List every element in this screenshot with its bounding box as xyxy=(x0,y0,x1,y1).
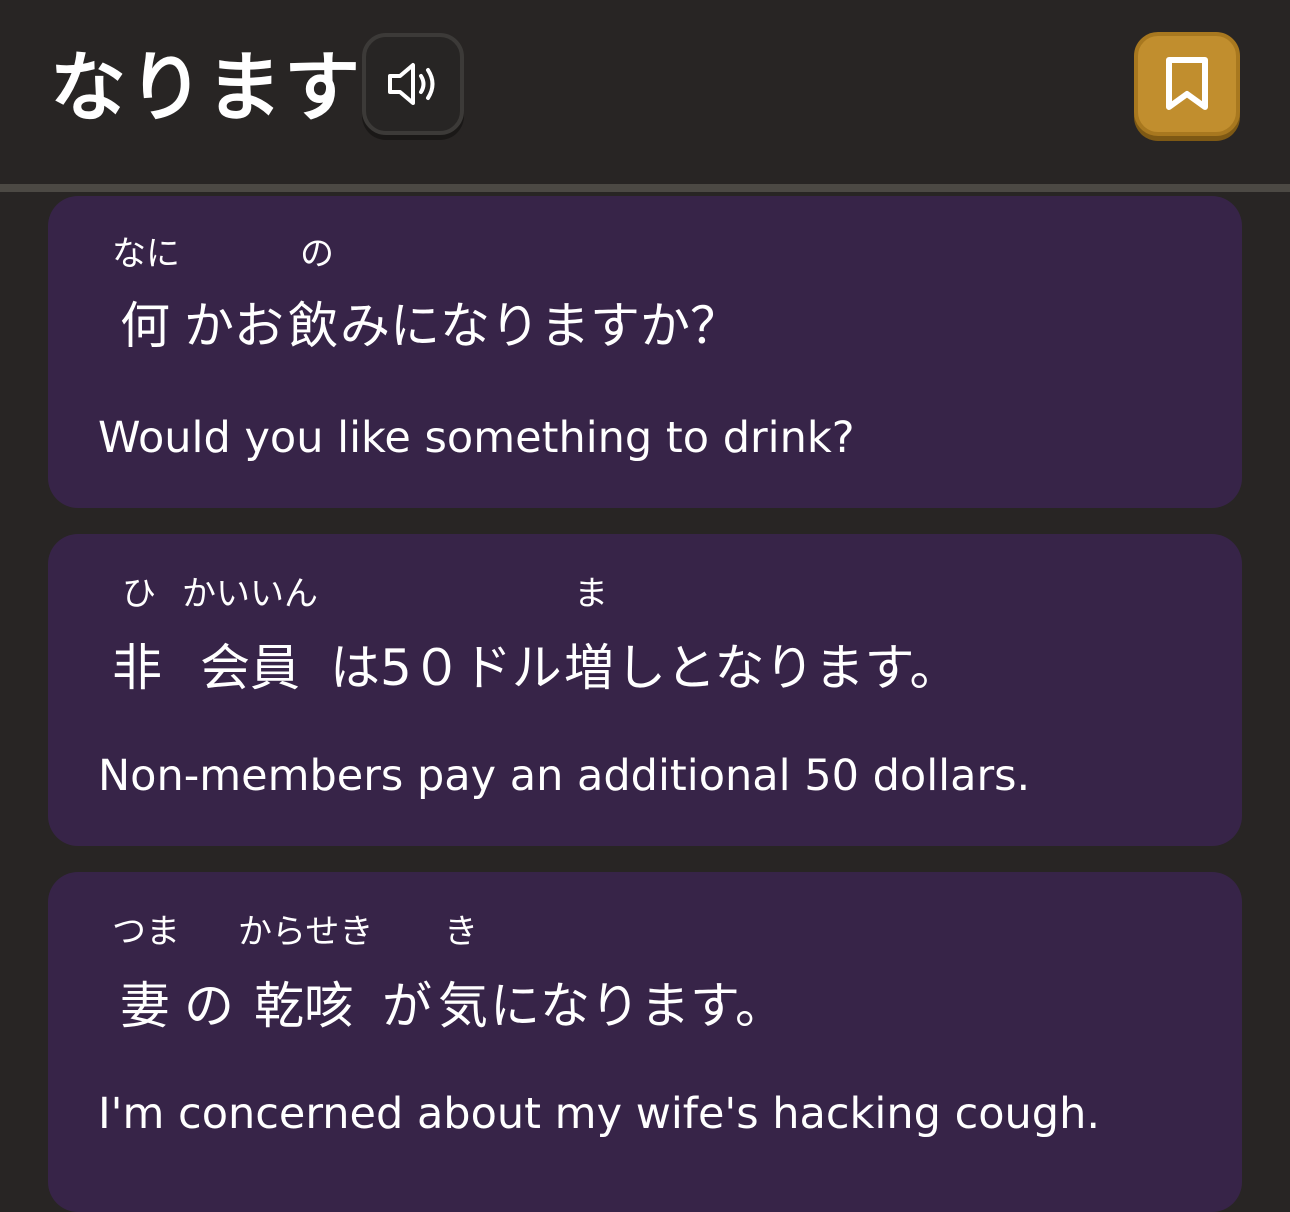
japanese-text: かお xyxy=(184,297,284,355)
furigana: の xyxy=(300,234,334,274)
kanji: 乾咳 xyxy=(254,977,354,1035)
example-card-2[interactable]: ひ かいいん ま 非 会員 は5０ドル 増 しとなります。 Non-member… xyxy=(48,534,1242,846)
play-audio-button[interactable] xyxy=(362,33,464,135)
kanji: 非 xyxy=(112,639,162,697)
header: なります xyxy=(0,0,1290,184)
english-translation: I'm concerned about my wife's hacking co… xyxy=(98,1089,1101,1139)
japanese-text: みになりますか？ xyxy=(340,297,740,355)
japanese-text: は5０ドル xyxy=(330,639,562,697)
kanji: 会員 xyxy=(200,639,300,697)
kanji: 妻 xyxy=(120,977,170,1035)
kanji: 増 xyxy=(564,639,614,697)
example-card-1[interactable]: なに の 何 かお 飲 みになりますか？ Would you like some… xyxy=(48,196,1242,508)
furigana: つま xyxy=(112,912,180,952)
japanese-text: になります。 xyxy=(490,977,785,1035)
japanese-text: が xyxy=(382,977,432,1035)
furigana: き xyxy=(444,912,478,952)
word-title: なります xyxy=(50,43,362,132)
furigana: かいいん xyxy=(182,574,318,614)
japanese-text: の xyxy=(184,977,234,1035)
furigana: ひ xyxy=(122,574,156,614)
english-translation: Would you like something to drink? xyxy=(98,413,855,463)
kanji: 飲 xyxy=(288,297,338,355)
bookmark-icon xyxy=(1166,57,1208,110)
english-translation: Non-members pay an additional 50 dollars… xyxy=(98,751,1031,801)
speaker-icon xyxy=(388,63,435,105)
kanji: 気 xyxy=(438,977,488,1035)
japanese-text: しとなります。 xyxy=(616,639,960,697)
furigana: なに xyxy=(112,234,180,274)
bookmark-button[interactable] xyxy=(1134,32,1240,136)
furigana: からせき xyxy=(238,912,374,952)
kanji: 何 xyxy=(120,297,170,355)
furigana: ま xyxy=(574,574,608,614)
header-divider xyxy=(0,184,1290,192)
example-card-3[interactable]: つま からせき き 妻 の 乾咳 が 気 になります。 I'm concerne… xyxy=(48,872,1242,1212)
